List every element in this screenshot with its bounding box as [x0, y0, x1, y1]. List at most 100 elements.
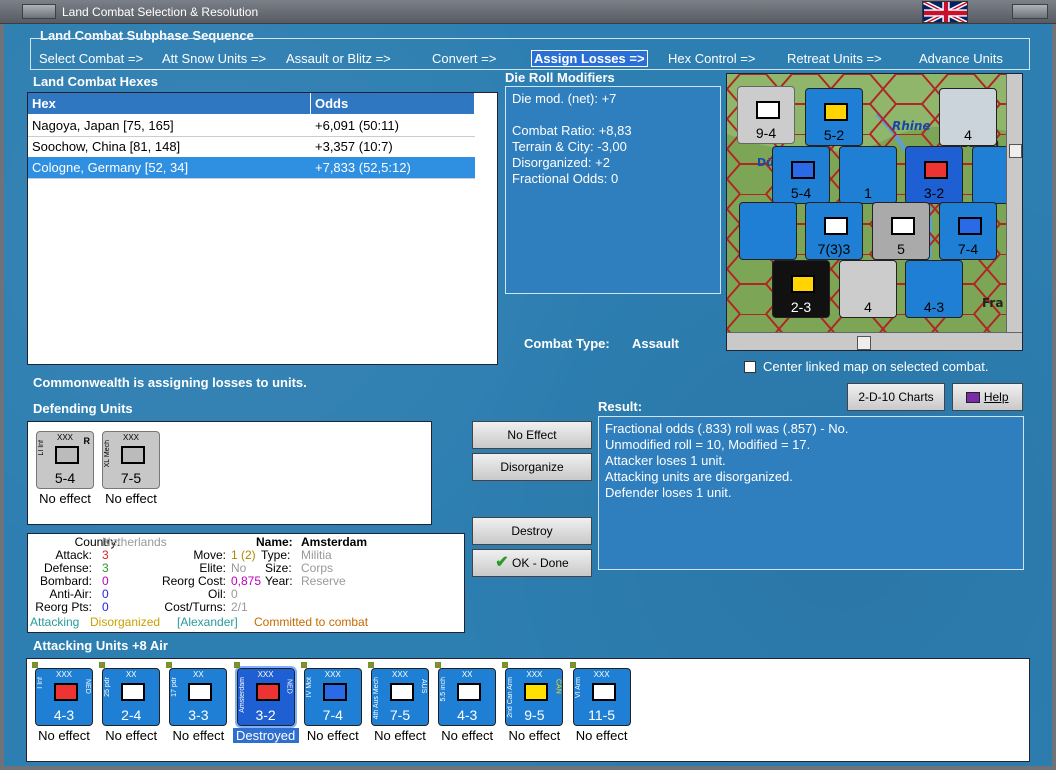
unit-value: 7-4	[322, 707, 343, 723]
book-icon	[966, 392, 981, 404]
unit-pin-icon	[32, 662, 38, 668]
status-committed: Committed to combat	[254, 615, 369, 629]
unit-size: XX	[125, 670, 137, 679]
map-counter[interactable]: 7-4	[939, 202, 997, 260]
attacking-unit-counter[interactable]: XXX I Inf NED 4-3	[35, 668, 93, 726]
col-hex-header[interactable]: Hex	[28, 93, 311, 115]
table-row-selected[interactable]: Cologne, Germany [52, 34]	[28, 157, 311, 179]
map-counter[interactable]: 5	[872, 202, 930, 260]
unit-pin-icon	[166, 662, 173, 668]
attacking-unit-counter[interactable]: XXX VI Arm 11-5	[572, 668, 631, 726]
unit-size: XXX	[526, 670, 543, 679]
attacking-unit-status: No effect	[105, 728, 158, 743]
unit-symbol-icon	[54, 683, 78, 701]
no-effect-button[interactable]: No Effect	[472, 421, 592, 449]
defending-unit-counter[interactable]: XXX R LI Inf 5-4	[36, 431, 94, 489]
charts-button[interactable]: 2-D-10 Charts	[847, 383, 945, 411]
result-title: Result:	[598, 399, 643, 414]
map-counter[interactable]: 3-2	[905, 146, 963, 204]
unit-vertical-label: 17 pdr	[171, 677, 179, 697]
attacking-unit-counter[interactable]: XX 25 pdr 2-4	[102, 668, 161, 726]
status-commander: [Alexander]	[177, 615, 238, 629]
table-cell-odds[interactable]: +6,091 (50:11)	[311, 115, 475, 137]
center-map-checkbox[interactable]	[744, 361, 756, 373]
unit-symbol-icon	[591, 683, 616, 701]
map-counter[interactable]: 5-2	[805, 88, 863, 146]
unit-vertical-label: IV Mot	[305, 677, 313, 698]
seq-att-snow-units[interactable]: Att Snow Units =>	[162, 51, 266, 66]
attacking-units-panel: XXX I Inf NED 4-3 No effect XX 25 pdr 2-4 No eff…	[26, 658, 1030, 762]
die-spacer	[512, 107, 714, 123]
map-scroll-thumb[interactable]	[857, 336, 871, 350]
map-air-counter[interactable]: 4	[939, 88, 997, 146]
help-button[interactable]: Help	[952, 383, 1023, 411]
map-counter[interactable]: 4-3	[905, 260, 963, 318]
unit-vertical-label: XL Mech	[104, 440, 111, 468]
ok-done-button[interactable]: ✔ OK - Done	[472, 549, 592, 577]
seq-convert[interactable]: Convert =>	[432, 51, 496, 66]
window-control-button[interactable]	[1012, 4, 1048, 19]
svg-text:Fra: Fra	[982, 296, 1003, 310]
system-menu-button[interactable]	[22, 4, 56, 19]
linked-map[interactable]: Rhine Essen Dü Fra 9-4 5-2 4 5-4 1 3-2 7…	[726, 73, 1023, 351]
attacking-unit-counter[interactable]: XXX IV Mot 7-4	[303, 668, 362, 726]
map-oil-counter[interactable]	[739, 202, 797, 260]
result-panel: Fractional odds (.833) roll was (.857) -…	[598, 416, 1024, 570]
map-scroll-thumb-v[interactable]	[1009, 144, 1022, 158]
attacking-unit-counter[interactable]: XXX 4th Aus Mech AUS 7-5	[371, 668, 429, 726]
seq-hex-control[interactable]: Hex Control =>	[668, 51, 755, 66]
status-disorganized: Disorganized	[90, 615, 161, 629]
reorgpts-value: 0	[102, 600, 109, 614]
attacking-unit-counter[interactable]: XXX Amsterdam NED 3-2	[234, 666, 297, 728]
unit-value: 5-4	[54, 470, 76, 486]
map-counter[interactable]: 9-4	[737, 86, 795, 144]
costturns-value: 2/1	[231, 600, 248, 614]
destroy-button[interactable]: Destroy	[472, 517, 592, 545]
map-air-counter[interactable]: 4	[839, 260, 897, 318]
defending-units-panel: XXX R LI Inf 5-4 No effect XXX XL Mech 7…	[27, 421, 432, 525]
window-title: Land Combat Selection & Resolution	[62, 5, 259, 19]
unit-value: 11-5	[588, 707, 616, 723]
attacking-unit-counter[interactable]: XX 17 pdr 3-3	[169, 668, 228, 726]
table-cell-odds[interactable]: +3,357 (10:7)	[311, 136, 475, 158]
unit-nation: AUS	[420, 679, 427, 694]
unit-vertical-label: 25 pdr	[104, 677, 112, 697]
map-counter[interactable]: 7(3)3	[805, 202, 863, 260]
table-row[interactable]: Nagoya, Japan [75, 165]	[28, 115, 311, 137]
seq-retreat-units[interactable]: Retreat Units =>	[787, 51, 882, 66]
unit-pin-icon	[435, 662, 442, 668]
table-cell-odds-selected[interactable]: +7,833 (52,5:12)	[311, 157, 475, 179]
unit-value: 2-4	[121, 707, 142, 723]
disorganize-button[interactable]: Disorganize	[472, 453, 592, 481]
map-counter[interactable]: 5-4	[772, 146, 830, 204]
attacking-unit-status: No effect	[38, 728, 90, 743]
defending-unit-counter[interactable]: XXX XL Mech 7-5	[102, 431, 160, 489]
table-row[interactable]: Soochow, China [81, 148]	[28, 136, 311, 158]
result-line: Defender loses 1 unit.	[605, 485, 732, 500]
die-title: Die Roll Modifiers	[505, 70, 615, 85]
status-attacking: Attacking	[30, 615, 80, 629]
map-scrollbar-h[interactable]	[727, 332, 1022, 350]
unit-value: 7-5	[389, 707, 411, 723]
seq-advance-units[interactable]: Advance Units	[919, 51, 1003, 66]
attacking-title: Attacking Units +8 Air	[33, 638, 168, 653]
unit-pin-icon	[569, 662, 576, 668]
seq-assign-losses[interactable]: Assign Losses =>	[531, 50, 648, 67]
result-line: Attacking units are disorganized.	[605, 469, 793, 484]
attacking-unit-status: Destroyed	[232, 728, 299, 743]
defending-unit-status: No effect	[39, 491, 91, 506]
unit-symbol-icon	[188, 683, 213, 701]
col-odds-header[interactable]: Odds	[311, 93, 475, 115]
seq-assault-or-blitz[interactable]: Assault or Blitz =>	[286, 51, 391, 66]
combat-type-value: Assault	[632, 336, 679, 351]
svg-text:Rhine: Rhine	[892, 119, 931, 133]
map-counter[interactable]: 2-3	[772, 260, 830, 318]
seq-select-combat[interactable]: Select Combat =>	[39, 51, 143, 66]
map-air-counter[interactable]: 1	[839, 146, 897, 204]
combat-type-label: Combat Type:	[524, 336, 610, 351]
attacking-unit-counter[interactable]: XXX 2nd Can Arm CAN 9-5	[505, 668, 564, 726]
defending-unit-status: No effect	[105, 491, 157, 506]
map-scrollbar-v[interactable]	[1006, 74, 1022, 332]
attacking-unit-counter[interactable]: XX 5.5 inch 4-3	[438, 668, 497, 726]
unit-pin-icon	[502, 662, 509, 668]
